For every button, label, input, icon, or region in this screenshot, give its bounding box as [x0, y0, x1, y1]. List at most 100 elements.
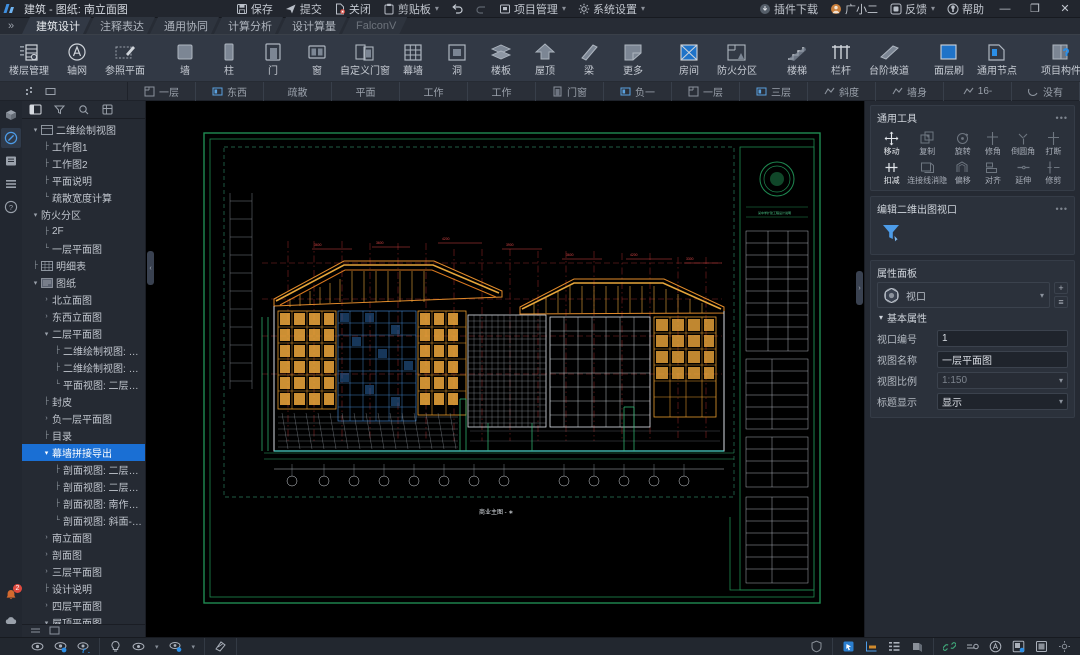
ribbon-button-ramp[interactable]: 台阶坡道	[863, 37, 915, 77]
tool-rotate[interactable]: 旋转	[948, 129, 977, 157]
view-shortcut-9[interactable]: 三层	[740, 81, 808, 101]
clipboard-button[interactable]: 剪贴板 ▾	[377, 0, 445, 18]
add-property-button[interactable]: +	[1054, 282, 1068, 294]
tool-break[interactable]: 打断	[1039, 129, 1068, 157]
rail-button-model[interactable]	[1, 105, 21, 125]
property-input[interactable]: 1	[937, 329, 1068, 347]
tree-branch-icon[interactable]: ├	[41, 228, 52, 235]
tree-node[interactable]: › 负一层平面图	[22, 410, 145, 427]
tree-node[interactable]: ├ 工作图1	[22, 138, 145, 155]
tree-branch-icon[interactable]: ├	[30, 262, 41, 269]
ribbon-button-curtain-wall[interactable]: 幕墙	[391, 37, 435, 77]
tree-branch-icon[interactable]: ├	[41, 143, 52, 150]
close-doc-button[interactable]: 关闭	[328, 0, 377, 18]
search-tree-icon[interactable]	[76, 103, 90, 117]
viewport-icon[interactable]	[45, 86, 56, 97]
tree-node[interactable]: › 剖面图	[22, 546, 145, 563]
chevron-right-icon[interactable]: ›	[41, 551, 52, 558]
close-button[interactable]: ✕	[1050, 0, 1080, 18]
tree-node[interactable]: ▾ 图纸	[22, 274, 145, 291]
drawing-canvas[interactable]: ‹ › 3600 3600 4200 3900 3600 4200 3300 商…	[146, 101, 864, 637]
rail-button-cloud[interactable]	[1, 611, 21, 631]
project-browser-tree[interactable]: ▾ 二维绘制视图 ├ 工作图1 ├ 工作图2 ├ 平面说明 └ 疏散宽度计算 ▾ 防火分区 ├ 2F └ 一层…	[22, 119, 145, 624]
tree-node[interactable]: └ 疏散宽度计算	[22, 189, 145, 206]
tool-extend[interactable]: 延伸	[1009, 158, 1038, 186]
tree-node[interactable]: ├ 平面说明	[22, 172, 145, 189]
property-input[interactable]: 一层平面图	[937, 350, 1068, 368]
tree-node[interactable]: ▾ 防火分区	[22, 206, 145, 223]
tree-node[interactable]: › 北立面图	[22, 291, 145, 308]
view-shortcut-4[interactable]: 工作	[400, 81, 468, 101]
more-options-icon[interactable]: •••	[1056, 204, 1068, 214]
chevron-down-icon[interactable]: ▾	[30, 279, 41, 287]
tree-branch-icon[interactable]: └	[52, 381, 63, 388]
redo-button[interactable]	[469, 0, 493, 18]
ribbon-button-reference-plane[interactable]: 参照平面	[99, 37, 151, 77]
tool-fillet[interactable]: 倒圆角	[1009, 129, 1038, 157]
ribbon-button-room[interactable]: 房间	[667, 37, 711, 77]
view-shortcut-3[interactable]: 平面	[332, 81, 400, 101]
filter-icon[interactable]	[52, 103, 66, 117]
ribbon-button-stair[interactable]: 楼梯	[775, 37, 819, 77]
tree-node[interactable]: ├ 二维绘制视图: 平…	[22, 342, 145, 359]
shield-icon[interactable]	[810, 640, 823, 653]
tree-node[interactable]: › 南立面图	[22, 529, 145, 546]
tree-node[interactable]: ▾ 幕墙拼接导出	[22, 444, 145, 462]
grid-snap-icon[interactable]	[25, 86, 36, 97]
tree-branch-icon[interactable]: ├	[41, 177, 52, 184]
tree-branch-icon[interactable]: └	[52, 517, 63, 524]
tree-node[interactable]: ├ 剖面视图: 南作幕墙	[22, 495, 145, 512]
feedback-button[interactable]: 反馈 ▾	[884, 0, 941, 18]
rail-button-notifications[interactable]: 2	[1, 584, 22, 605]
basic-properties-section[interactable]: ▾ 基本属性	[877, 308, 1068, 329]
tree-footer-icon-1[interactable]	[30, 625, 41, 636]
ribbon-button-surface-brush[interactable]: 面层刷	[927, 37, 971, 77]
view-shortcut-11[interactable]: 墙身	[876, 81, 944, 101]
property-list-button[interactable]: ≡	[1054, 296, 1068, 308]
chevron-down-icon[interactable]: ▾	[30, 211, 41, 219]
tree-branch-icon[interactable]: ├	[52, 364, 63, 371]
ribbon-button-beam[interactable]: 梁	[567, 37, 611, 77]
visibility-custom-icon[interactable]	[77, 640, 90, 653]
view-shortcut-5[interactable]: 工作	[468, 81, 536, 101]
ribbon-button-railing[interactable]: 栏杆	[819, 37, 863, 77]
submit-button[interactable]: 提交	[279, 0, 328, 18]
light-bulb-icon[interactable]	[109, 640, 122, 653]
ribbon-button-door[interactable]: 门	[251, 37, 295, 77]
save-button[interactable]: 保存	[230, 0, 279, 18]
minimize-button[interactable]: —	[990, 0, 1020, 18]
tool-trim-corner[interactable]: 修角	[978, 129, 1007, 157]
tree-node[interactable]: ├ 2F	[22, 223, 145, 240]
plugin-download-button[interactable]: 插件下载	[753, 0, 824, 18]
chevron-down-icon[interactable]: ▾	[41, 449, 52, 457]
view-shortcut-6[interactable]: 门窗	[536, 81, 604, 101]
chevron-right-icon[interactable]: ›	[41, 568, 52, 575]
tab-collaboration[interactable]: 通用协同	[150, 17, 219, 34]
settings-button[interactable]: 系统设置 ▾	[572, 0, 651, 18]
chevron-right-icon[interactable]: ›	[41, 296, 52, 303]
view-shortcut-7[interactable]: 负一	[604, 81, 672, 101]
chevron-right-icon[interactable]: ›	[41, 534, 52, 541]
help-button[interactable]: 帮助	[941, 0, 990, 18]
clip-icon[interactable]	[911, 640, 924, 653]
eye-icon[interactable]	[132, 640, 145, 653]
ribbon-button-floor-manager[interactable]: 楼层管理	[3, 37, 55, 77]
visibility-partial-icon[interactable]	[54, 640, 67, 653]
view-shortcut-8[interactable]: 一层	[672, 81, 740, 101]
view-shortcut-2[interactable]: 疏散	[264, 81, 332, 101]
tree-branch-icon[interactable]: ├	[41, 398, 52, 405]
select-box-icon[interactable]	[842, 640, 855, 653]
tree-node[interactable]: ├ 封皮	[22, 393, 145, 410]
tool-move[interactable]: 移动	[877, 129, 906, 157]
view-shortcut-0[interactable]: 一层	[128, 81, 196, 101]
view-shortcut-10[interactable]: 斜度	[808, 81, 876, 101]
tree-branch-icon[interactable]: ├	[52, 483, 63, 490]
tree-node[interactable]: └剖面视图: 斜面-斜…	[22, 512, 145, 529]
chevron-down-icon[interactable]: ▾	[30, 126, 41, 134]
tree-node[interactable]: › 三层平面图	[22, 563, 145, 580]
measure-icon[interactable]	[966, 640, 979, 653]
tree-node[interactable]: ├ 剖面视图: 二层内…	[22, 461, 145, 478]
ribbon-button-more[interactable]: 更多	[611, 37, 655, 77]
rail-button-help[interactable]: ?	[1, 197, 21, 217]
rail-button-views[interactable]	[1, 128, 21, 148]
